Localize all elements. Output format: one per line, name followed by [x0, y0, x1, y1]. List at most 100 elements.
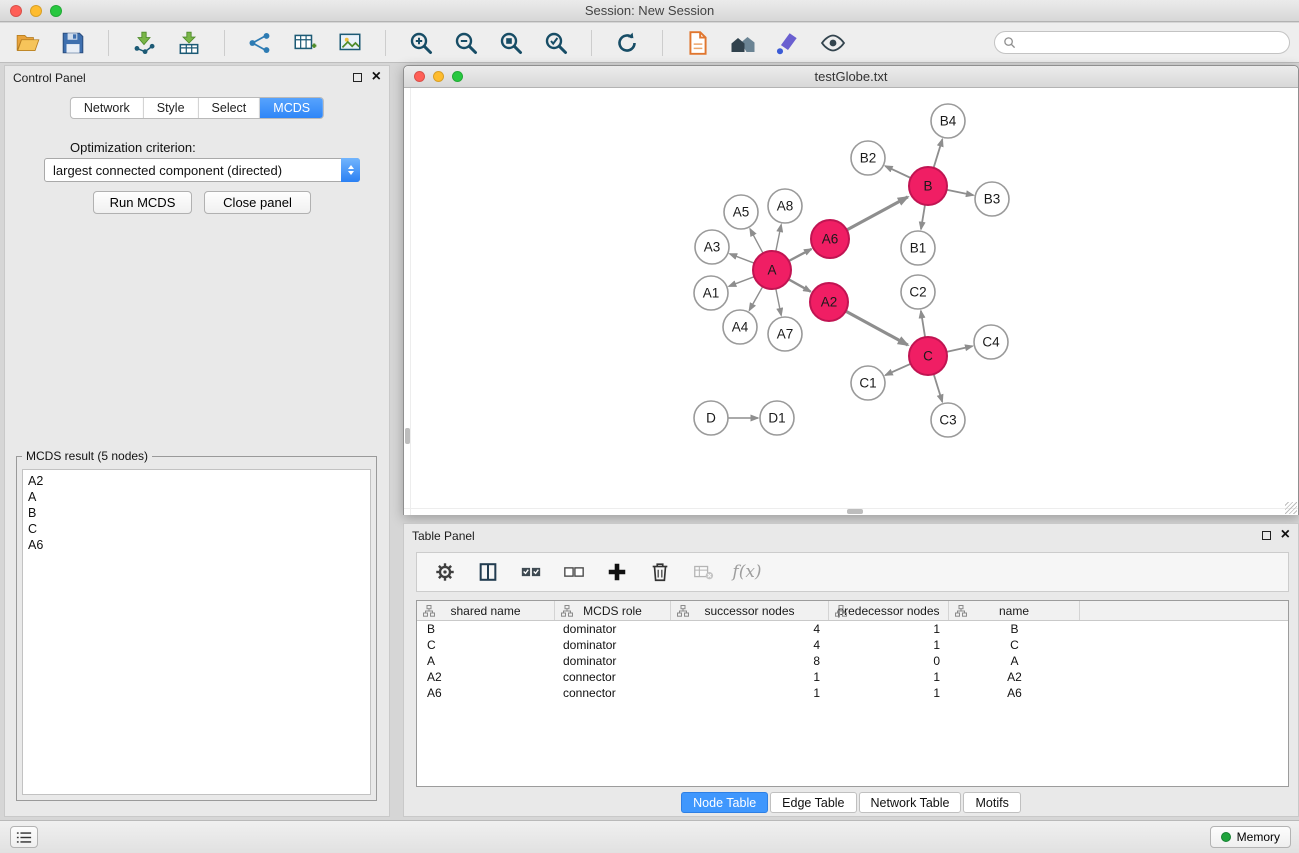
node-C3[interactable]: C3 [931, 403, 965, 437]
edge-B-B3[interactable] [947, 190, 974, 195]
zoom-fit-button[interactable] [495, 27, 527, 59]
show-columns-button[interactable] [474, 558, 502, 586]
export-image-button[interactable] [334, 27, 366, 59]
new-table-button[interactable] [289, 27, 321, 59]
network-window-titlebar[interactable]: testGlobe.txt [404, 66, 1298, 88]
edge-B-B2[interactable] [885, 166, 911, 178]
node-C1[interactable]: C1 [851, 366, 885, 400]
refresh-button[interactable] [611, 27, 643, 59]
import-network-from-file-button[interactable] [128, 27, 160, 59]
horizontal-scrollbar[interactable] [404, 508, 1298, 515]
node-A4[interactable]: A4 [723, 310, 757, 344]
tab-node-table[interactable]: Node Table [681, 792, 768, 813]
edge-A-A8[interactable] [776, 225, 781, 252]
new-network-button[interactable] [244, 27, 276, 59]
node-B4[interactable]: B4 [931, 104, 965, 138]
node-B[interactable]: B [909, 167, 947, 205]
home-button[interactable] [727, 27, 759, 59]
tab-motifs[interactable]: Motifs [963, 792, 1020, 813]
close-panel-icon[interactable]: × [372, 71, 381, 83]
edge-B-B4[interactable] [934, 139, 943, 168]
table-row[interactable]: Adominator80A [417, 653, 1288, 669]
column-header-name[interactable]: name [949, 601, 1080, 620]
close-table-panel-icon[interactable]: × [1281, 529, 1290, 541]
edge-A-A4[interactable] [749, 287, 762, 311]
column-header-shared-name[interactable]: shared name [417, 601, 555, 620]
close-network-window-button[interactable] [414, 71, 425, 82]
minimize-network-window-button[interactable] [433, 71, 444, 82]
tab-network-table[interactable]: Network Table [859, 792, 962, 813]
resize-grip[interactable] [1285, 502, 1297, 514]
node-C[interactable]: C [909, 337, 947, 375]
edge-C-C1[interactable] [885, 364, 910, 375]
edge-A-A6[interactable] [789, 249, 812, 261]
result-item[interactable]: B [28, 505, 365, 521]
panel-selector-button[interactable] [10, 826, 38, 848]
function-builder-button[interactable]: f(x) [732, 558, 760, 586]
result-item[interactable]: A6 [28, 537, 365, 553]
edge-A-A1[interactable] [729, 277, 754, 287]
deselect-all-button[interactable] [560, 558, 588, 586]
tab-network[interactable]: Network [71, 98, 143, 118]
column-header-predecessor-nodes[interactable]: predecessor nodes [829, 601, 949, 620]
result-item[interactable]: A2 [28, 473, 365, 489]
show-hide-panels-button[interactable] [817, 27, 849, 59]
float-table-panel-icon[interactable] [1262, 531, 1271, 540]
edge-C-C4[interactable] [947, 346, 973, 352]
node-A6[interactable]: A6 [811, 220, 849, 258]
network-graph[interactable]: B4B2BB3A8A5A6B1A3AC2A1A2A4A7C4CC1C3DD1 [404, 88, 1298, 515]
column-header-MCDS-role[interactable]: MCDS role [555, 601, 671, 620]
edge-A-A7[interactable] [776, 289, 781, 316]
node-B3[interactable]: B3 [975, 182, 1009, 216]
delete-table-button[interactable] [689, 558, 717, 586]
edge-B-B1[interactable] [921, 205, 925, 229]
horizontal-scroll-thumb[interactable] [847, 509, 863, 514]
node-A3[interactable]: A3 [695, 230, 729, 264]
edge-A-A5[interactable] [750, 229, 763, 253]
float-panel-icon[interactable] [353, 73, 362, 82]
save-session-button[interactable] [57, 27, 89, 59]
table-row[interactable]: Bdominator41B [417, 621, 1288, 637]
node-A7[interactable]: A7 [768, 317, 802, 351]
select-all-button[interactable] [517, 558, 545, 586]
tab-select[interactable]: Select [198, 98, 260, 118]
zoom-selected-button[interactable] [540, 27, 572, 59]
table-row[interactable]: A6connector11A6 [417, 685, 1288, 701]
vertical-scroll-thumb[interactable] [405, 428, 410, 444]
node-B1[interactable]: B1 [901, 231, 935, 265]
vertical-scrollbar[interactable] [404, 88, 411, 515]
node-D1[interactable]: D1 [760, 401, 794, 435]
minimize-window-button[interactable] [30, 5, 42, 17]
zoom-in-button[interactable] [405, 27, 437, 59]
node-A8[interactable]: A8 [768, 189, 802, 223]
tab-style[interactable]: Style [143, 98, 198, 118]
style-paint-button[interactable] [772, 27, 804, 59]
edge-C-C2[interactable] [921, 311, 925, 337]
delete-rows-button[interactable] [646, 558, 674, 586]
search-input[interactable] [1021, 36, 1281, 50]
tab-mcds[interactable]: MCDS [259, 98, 323, 118]
result-item[interactable]: A [28, 489, 365, 505]
criterion-dropdown[interactable]: largest connected component (directed) [44, 158, 360, 182]
table-settings-button[interactable] [431, 558, 459, 586]
mcds-result-list[interactable]: A2ABCA6 [22, 469, 371, 795]
node-C2[interactable]: C2 [901, 275, 935, 309]
maximize-network-window-button[interactable] [452, 71, 463, 82]
close-panel-button[interactable]: Close panel [204, 191, 311, 214]
run-mcds-button[interactable]: Run MCDS [93, 191, 192, 214]
node-A2[interactable]: A2 [810, 283, 848, 321]
node-B2[interactable]: B2 [851, 141, 885, 175]
open-document-button[interactable] [682, 27, 714, 59]
table-row[interactable]: Cdominator41C [417, 637, 1288, 653]
maximize-window-button[interactable] [50, 5, 62, 17]
column-header-successor-nodes[interactable]: successor nodes [671, 601, 829, 620]
edge-A6-B[interactable] [847, 197, 908, 230]
result-item[interactable]: C [28, 521, 365, 537]
import-table-from-file-button[interactable] [173, 27, 205, 59]
zoom-out-button[interactable] [450, 27, 482, 59]
node-A1[interactable]: A1 [694, 276, 728, 310]
node-A[interactable]: A [753, 251, 791, 289]
table-row[interactable]: A2connector11A2 [417, 669, 1288, 685]
edge-A-A3[interactable] [730, 254, 755, 263]
edge-C-C3[interactable] [934, 374, 943, 402]
